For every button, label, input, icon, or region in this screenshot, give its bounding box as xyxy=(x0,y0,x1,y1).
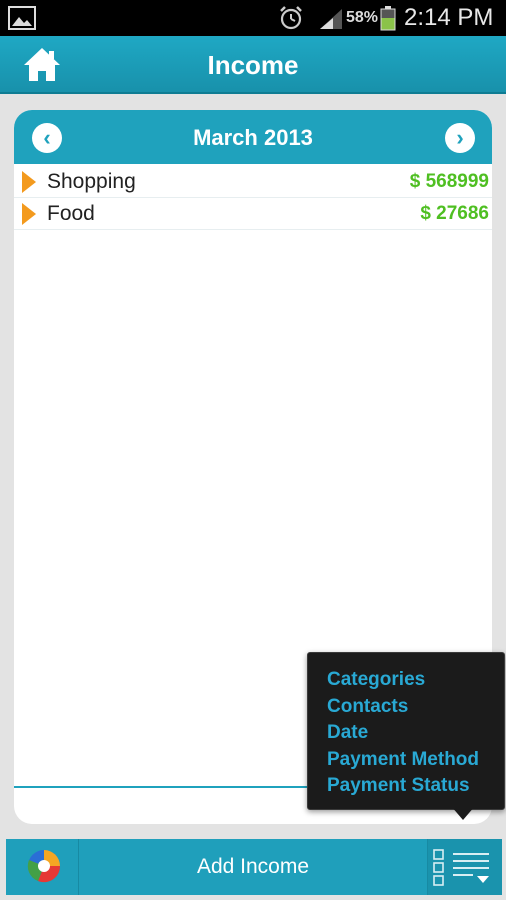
list-menu-button[interactable] xyxy=(427,839,502,895)
chart-button[interactable] xyxy=(6,839,79,895)
menu-item-date[interactable]: Date xyxy=(327,720,504,747)
expand-arrow-icon xyxy=(22,171,36,193)
sort-popup-menu: Categories Contacts Date Payment Method … xyxy=(307,652,505,810)
entry-amount: $ 568999 xyxy=(409,171,489,192)
month-title: March 2013 xyxy=(193,125,313,150)
battery-icon xyxy=(380,6,396,31)
status-time: 2:14 PM xyxy=(404,4,494,31)
popup-pointer xyxy=(451,806,475,820)
entry-name: Food xyxy=(47,202,95,225)
list-menu-icon xyxy=(433,849,489,886)
entry-name: Shopping xyxy=(47,170,136,193)
chevron-right-icon: › xyxy=(456,125,464,150)
status-bar: 58% 2:14 PM xyxy=(0,0,506,36)
menu-item-payment-status[interactable]: Payment Status xyxy=(327,773,504,800)
battery-percent: 58% xyxy=(346,9,379,26)
list-item[interactable]: Shopping $ 568999 xyxy=(14,166,492,198)
menu-item-categories[interactable]: Categories xyxy=(327,667,504,694)
page-title: Income xyxy=(207,50,299,80)
alarm-icon xyxy=(280,6,302,30)
menu-item-contacts[interactable]: Contacts xyxy=(327,694,504,721)
signal-icon xyxy=(320,9,342,29)
entry-list: Shopping $ 568999 Food $ 27686 xyxy=(14,166,492,230)
add-income-button[interactable]: Add Income xyxy=(79,839,427,895)
list-item[interactable]: Food $ 27686 xyxy=(14,198,492,230)
app-header: Income xyxy=(0,36,506,94)
entry-amount: $ 27686 xyxy=(420,203,489,224)
gallery-icon xyxy=(8,6,36,30)
bottom-toolbar: Add Income xyxy=(6,839,502,895)
pie-chart-icon xyxy=(27,850,61,883)
next-month-button[interactable]: › xyxy=(445,123,475,153)
month-navigator: ‹ March 2013 › xyxy=(14,110,492,164)
menu-item-payment-method[interactable]: Payment Method xyxy=(327,747,504,774)
expand-arrow-icon xyxy=(22,203,36,225)
